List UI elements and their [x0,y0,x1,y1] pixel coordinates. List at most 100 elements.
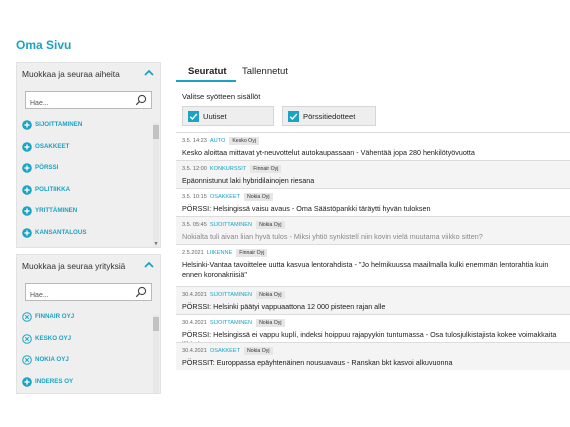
news-category[interactable]: OSAKKEET [210,348,240,354]
news-item[interactable]: 3.5. 10:15 OSAKKEET Nokia Oyj PÖRSSI: Helsi… [176,188,570,216]
news-category[interactable]: OSAKKEET [210,194,240,200]
companies-scrollbar[interactable] [153,315,159,393]
tab-tallennetut[interactable]: Tallennetut [242,66,288,77]
news-headline[interactable]: Helsinki-Vantaa tavoittelee uutta kasvua… [182,260,564,280]
news-item[interactable]: 30.4.2021 SIJOITTAMINEN Nokia Oyj PÖRSSI: H… [176,314,570,349]
topics-panel-title: Muokkaa ja seuraa aiheita [22,69,120,79]
news-company-tag[interactable]: Finnair Oyj [250,165,282,173]
topic-item-label: OSAKKEET [35,142,70,150]
checkbox-checked-icon[interactable] [288,111,299,122]
topic-item[interactable]: KANSANTALOUS [17,227,160,249]
companies-search-input[interactable] [26,287,126,304]
news-headline[interactable]: Epäonnistunut laki hybridilainojen riesa… [182,176,564,186]
companies-panel-title: Muokkaa ja seuraa yrityksiä [22,261,126,271]
news-time: 3.5. 14:23 [182,138,207,144]
news-company-tag[interactable]: Nokia Oyj [244,193,273,201]
news-item[interactable]: 30.4.2021 OSAKKEET Nokia Oyj PÖRSSIT: Europ… [176,342,570,370]
company-item[interactable]: KESKO OYJ [17,333,160,355]
topic-item[interactable]: SIJOITTAMINEN [17,119,160,141]
news-list: 3.5. 14:23 AUTO Kesko Oyj Kesko aloittaa mi… [176,132,570,370]
news-meta: 30.4.2021 OSAKKEET Nokia Oyj [182,347,564,358]
topics-scrollbar[interactable]: ▼ [153,123,159,247]
checkbox-porssitiedotteet-label: Pörssitiedotteet [303,112,356,121]
topic-item[interactable]: OSAKKEET [17,141,160,163]
news-category[interactable]: LIIKENNE [207,250,233,256]
news-item[interactable]: 3.5. 05:45 SIJOITTAMINEN Nokia Oyj Nokialta… [176,216,570,244]
news-category[interactable]: KONKURSSIT [210,166,246,172]
search-icon[interactable] [135,94,147,106]
plus-icon[interactable] [22,163,32,173]
news-headline[interactable]: PÖRSSI: Helsingissä vaisu avaus - Oma Sä… [182,204,564,214]
plus-icon[interactable] [22,141,32,152]
company-item-label: FINNAIR OYJ [35,313,75,320]
news-company-tag[interactable]: Nokia Oyj [256,319,285,327]
plus-icon[interactable] [22,120,32,130]
news-category[interactable]: SIJOITTAMINEN [210,292,252,298]
company-item[interactable]: NOKIA OYJ [17,354,160,376]
company-item-label: INDERES OY [35,377,74,385]
news-time: 3.5. 12:00 [182,166,207,172]
news-time: 30.4.2021 [182,348,207,354]
topics-scrollbar-thumb[interactable] [153,125,159,139]
topic-item[interactable]: PÖRSSI [17,162,160,184]
feed-filter-label: Valitse syötteen sisällöt [182,92,261,101]
news-meta: 3.5. 14:23 AUTO Kesko Oyj [182,137,564,148]
topic-item[interactable]: POLITIIKKA [17,184,160,206]
news-headline[interactable]: PÖRSSIT: Europpassa epäyhtenäinen nousua… [182,358,564,368]
companies-search [25,283,152,304]
news-meta: 3.5. 12:00 KONKURSSIT Finnair Oyj [182,165,564,176]
news-item[interactable]: 3.5. 14:23 AUTO Kesko Oyj Kesko aloittaa mi… [176,132,570,160]
news-meta: 3.5. 10:15 OSAKKEET Nokia Oyj [182,193,564,204]
remove-icon[interactable] [22,333,32,344]
remove-icon[interactable] [22,312,32,322]
company-item[interactable]: FINNAIR OYJ [17,311,160,333]
news-category[interactable]: SIJOITTAMINEN [210,222,252,228]
topic-item-label: KANSANTALOUS [35,228,87,236]
company-item-label: NOKIA OYJ [35,356,69,363]
checkbox-porssitiedotteet[interactable]: Pörssitiedotteet [282,106,376,126]
news-meta: 3.5. 05:45 SIJOITTAMINEN Nokia Oyj [182,221,564,232]
chevron-up-icon[interactable] [143,68,155,78]
topic-item[interactable]: YRITTÄMINEN [17,205,160,227]
companies-panel-header[interactable]: Muokkaa ja seuraa yrityksiä [17,255,160,279]
news-time: 3.5. 10:15 [182,194,207,200]
news-category[interactable]: SIJOITTAMINEN [210,320,252,326]
checkbox-uutiset[interactable]: Uutiset [182,106,274,126]
companies-list: FINNAIR OYJ KESKO OYJ NOKIA OYJ INDERES OY [17,311,160,397]
topics-search [25,91,152,112]
company-item-label: KESKO OYJ [35,334,72,342]
news-headline[interactable]: PÖRSSI: Helsinki päätyi vappuaattona 12 … [182,302,564,312]
news-item[interactable]: 30.4.2021 SIJOITTAMINEN Nokia Oyj PÖRSSI: H… [176,286,570,314]
news-company-tag[interactable]: Nokia Oyj [244,347,273,355]
news-time: 30.4.2021 [182,320,207,326]
news-category[interactable]: AUTO [210,138,225,144]
companies-scrollbar-thumb[interactable] [153,317,159,331]
news-meta: 30.4.2021 SIJOITTAMINEN Nokia Oyj [182,291,564,302]
topics-search-input[interactable] [26,95,126,112]
company-item[interactable]: INDERES OY [17,376,160,398]
scroll-down-icon[interactable]: ▼ [153,241,159,247]
companies-panel: Muokkaa ja seuraa yrityksiä FINNAIR OYJ K… [16,254,161,394]
plus-icon[interactable] [22,206,32,216]
chevron-up-icon[interactable] [143,260,155,270]
topic-item-label: PÖRSSI [35,164,59,171]
news-time: 2.5.2021 [182,250,204,256]
news-company-tag[interactable]: Kesko Oyj [229,137,259,145]
news-time: 30.4.2021 [182,292,207,298]
search-icon[interactable] [135,286,147,298]
plus-icon[interactable] [22,184,32,195]
news-headline[interactable]: Nokialta tuli aivan liian hyvä tulos - M… [182,232,564,242]
news-item[interactable]: 2.5.2021 LIIKENNE Finnair Oyj Helsinki-Vant… [176,244,570,286]
checkbox-checked-icon[interactable] [188,111,199,122]
topics-panel-header[interactable]: Muokkaa ja seuraa aiheita [17,63,160,87]
news-item[interactable]: 3.5. 12:00 KONKURSSIT Finnair Oyj Epäonnist… [176,160,570,188]
news-company-tag[interactable]: Finnair Oyj [236,249,268,257]
page-title: Oma Sivu [16,38,72,52]
remove-icon[interactable] [22,355,32,365]
news-headline[interactable]: Kesko aloittaa mittavat yt-neuvottelut a… [182,148,564,158]
tab-seuratut[interactable]: Seuratut [188,66,227,77]
plus-icon[interactable] [22,227,32,238]
news-company-tag[interactable]: Nokia Oyj [256,291,285,299]
news-company-tag[interactable]: Nokia Oyj [256,221,285,229]
plus-icon[interactable] [22,376,32,387]
